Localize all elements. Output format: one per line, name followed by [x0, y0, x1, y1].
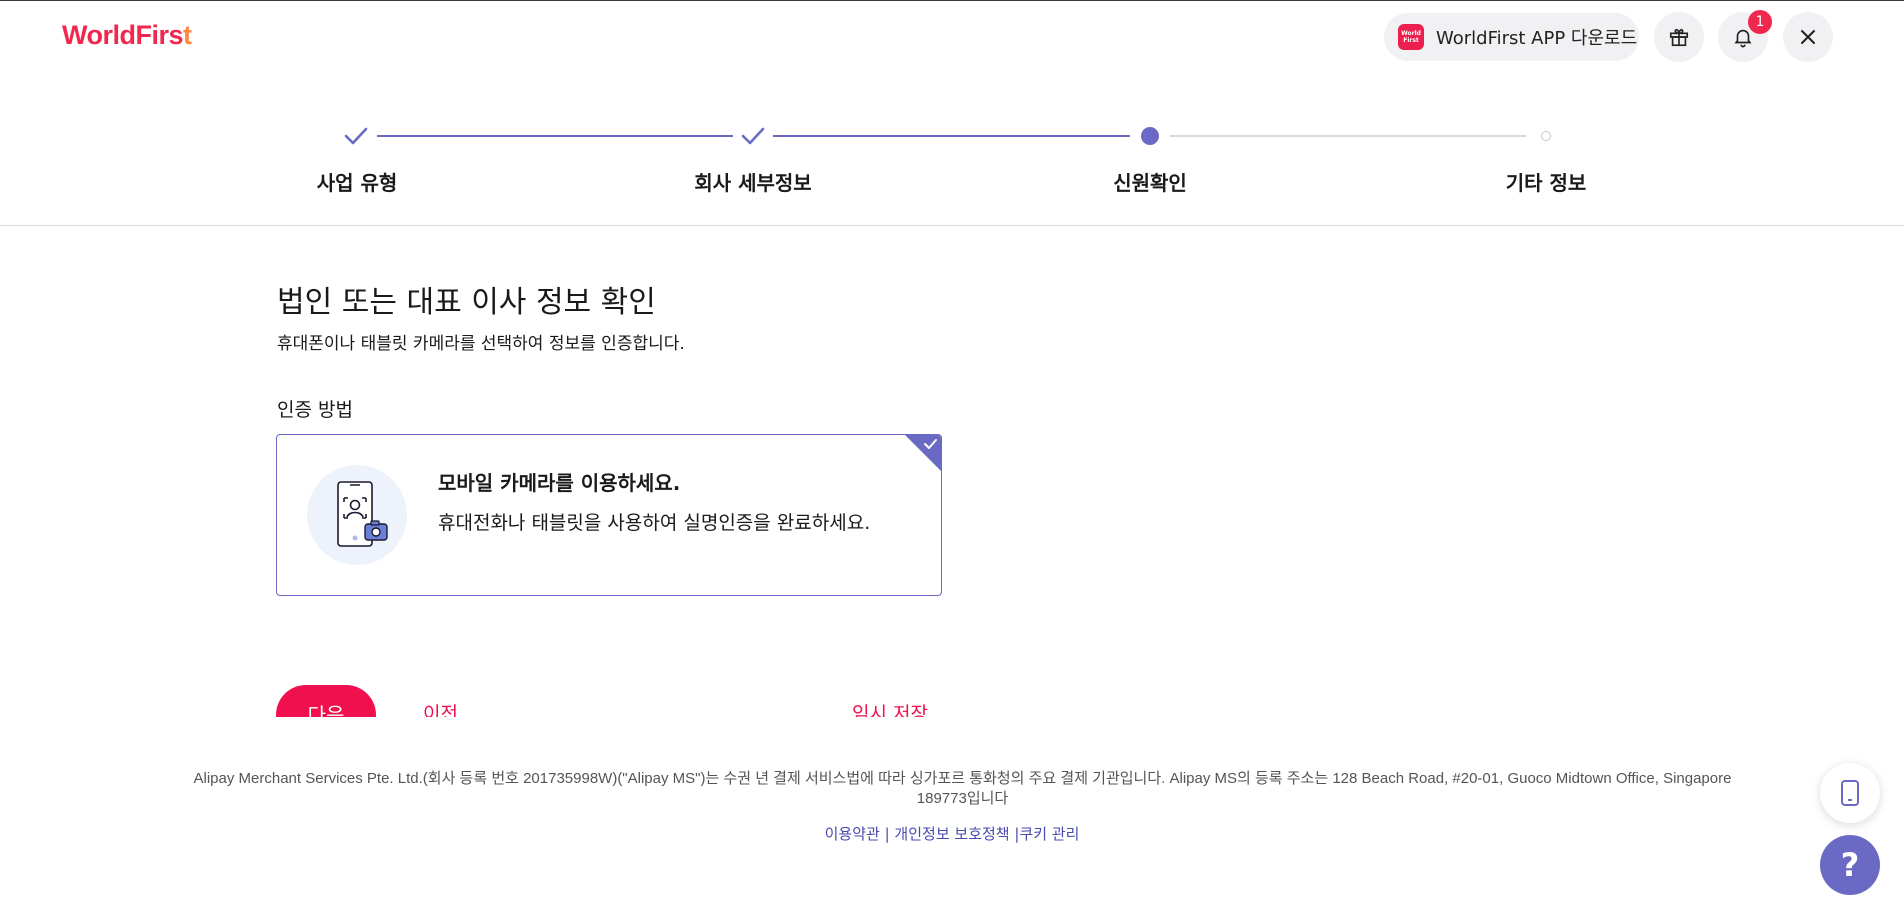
- mobile-app-float-button[interactable]: [1820, 763, 1880, 823]
- logo-flare: t: [183, 20, 192, 50]
- step-1-check-icon: [342, 122, 370, 150]
- cookie-settings-link[interactable]: 쿠키 관리: [1019, 825, 1079, 843]
- mobile-phone-icon: [1841, 780, 1859, 806]
- verification-method-label: 인증 방법: [277, 399, 353, 421]
- help-question-icon: ?: [1840, 846, 1860, 884]
- step-label-business-type: 사업 유형: [316, 171, 398, 195]
- privacy-policy-link[interactable]: 개인정보 보호정책: [894, 825, 1009, 843]
- notifications-button[interactable]: 1: [1718, 10, 1772, 62]
- app-icon-line2: First: [1403, 37, 1419, 44]
- gift-icon: [1669, 28, 1689, 47]
- worldfirst-logo[interactable]: WorldFirst: [62, 20, 192, 51]
- notification-badge: 1: [1748, 10, 1772, 34]
- app-icon-line1: World: [1401, 30, 1421, 37]
- close-icon: [1801, 30, 1815, 44]
- step-connector-1: [377, 135, 733, 137]
- help-button[interactable]: ?: [1820, 835, 1880, 895]
- terms-link[interactable]: 이용약관: [825, 825, 880, 843]
- close-button[interactable]: [1783, 12, 1833, 62]
- step-2-check-icon: [739, 122, 767, 150]
- app-download-button[interactable]: World First WorldFirst APP 다운로드: [1384, 13, 1639, 61]
- mobile-camera-option-card[interactable]: 모바일 카메라를 이용하세요. 휴대전화나 태블릿을 사용하여 실명인증을 완료…: [276, 434, 942, 596]
- check-icon: [924, 439, 937, 449]
- step-label-company-details: 회사 세부정보: [694, 171, 812, 195]
- next-button[interactable]: 다음: [276, 685, 376, 717]
- step-4-future-dot: [1532, 122, 1560, 150]
- previous-button[interactable]: 이전: [423, 699, 458, 717]
- step-connector-2: [773, 135, 1130, 137]
- selected-corner-badge: [905, 435, 941, 471]
- page-subtitle: 휴대폰이나 태블릿 카메라를 선택하여 정보를 인증합니다.: [277, 334, 685, 354]
- logo-text: WorldFirs: [62, 20, 184, 50]
- footer-legal-text: Alipay Merchant Services Pte. Ltd.(회사 등록…: [193, 770, 1732, 807]
- footer-separator: |: [884, 825, 890, 843]
- step-label-identity: 신원확인: [1113, 171, 1187, 195]
- page-title: 법인 또는 대표 이사 정보 확인: [277, 285, 656, 320]
- progress-stepper: 사업 유형 회사 세부정보 신원확인 기타 정보: [0, 116, 1904, 226]
- page: WorldFirst World First WorldFirst APP 다운…: [0, 0, 1904, 922]
- phone-camera-illustration-icon: [307, 465, 407, 565]
- save-draft-button[interactable]: 임시 저장: [852, 699, 928, 717]
- step-3-current-dot: [1136, 122, 1164, 150]
- worldfirst-app-icon: World First: [1398, 24, 1424, 50]
- step-label-other-info: 기타 정보: [1505, 171, 1587, 195]
- footer-links: 이용약관 | 개인정보 보호정책 |쿠키 관리: [0, 823, 1904, 844]
- gift-button[interactable]: [1654, 12, 1704, 62]
- step-connector-3: [1170, 135, 1526, 137]
- option-description: 휴대전화나 태블릿을 사용하여 실명인증을 완료하세요.: [438, 512, 871, 534]
- option-title: 모바일 카메라를 이용하세요.: [438, 471, 681, 495]
- app-download-label: WorldFirst APP 다운로드: [1436, 28, 1638, 49]
- form-actions: 다음 이전 임시 저장: [0, 673, 1904, 717]
